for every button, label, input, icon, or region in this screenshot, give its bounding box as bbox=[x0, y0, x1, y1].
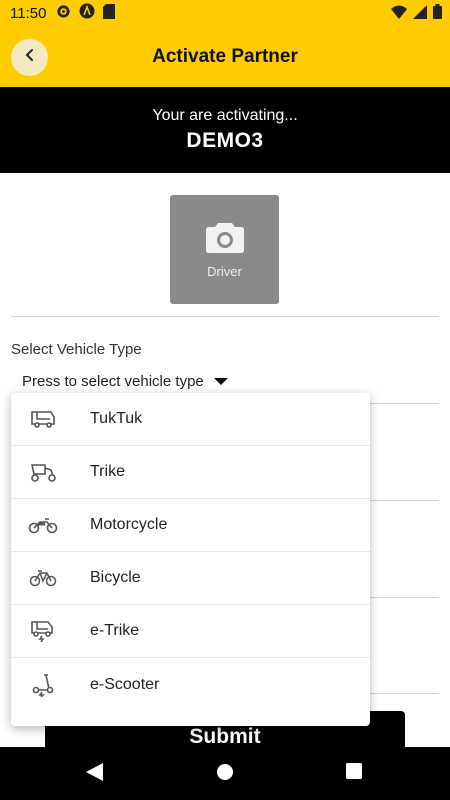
gear-icon bbox=[56, 4, 71, 24]
bicycle-icon bbox=[27, 569, 59, 587]
status-icons-right bbox=[391, 4, 442, 24]
vehicle-type-menu: TukTuk Trike Motorcycle Bicycle e-Trike … bbox=[11, 393, 370, 726]
sdcard-icon bbox=[103, 3, 116, 24]
page-title: Activate Partner bbox=[152, 46, 298, 67]
banner-subtitle: Your are activating... bbox=[152, 107, 298, 124]
motorcycle-icon bbox=[27, 516, 59, 534]
vehicle-type-dropdown[interactable]: Press to select vehicle type bbox=[22, 373, 228, 390]
app-bar: Activate Partner bbox=[0, 27, 450, 87]
activation-banner: Your are activating... DEMO3 bbox=[0, 87, 450, 173]
vehicle-type-placeholder: Press to select vehicle type bbox=[22, 373, 204, 390]
menu-item-label: TukTuk bbox=[90, 410, 143, 427]
back-triangle-icon[interactable] bbox=[86, 763, 103, 786]
system-nav-bar bbox=[0, 747, 450, 800]
e-scooter-icon bbox=[27, 673, 59, 697]
menu-item-tuktuk[interactable]: TukTuk bbox=[11, 393, 370, 446]
menu-item-label: Bicycle bbox=[90, 569, 141, 586]
status-icons-left bbox=[56, 3, 116, 24]
menu-item-e-trike[interactable]: e-Trike bbox=[11, 605, 370, 658]
trike-icon bbox=[27, 461, 59, 483]
battery-icon bbox=[433, 4, 442, 24]
menu-item-motorcycle[interactable]: Motorcycle bbox=[11, 499, 370, 552]
menu-item-label: e-Trike bbox=[90, 622, 140, 639]
field-underline bbox=[370, 597, 439, 598]
a-badge-icon bbox=[79, 3, 95, 24]
tuktuk-icon bbox=[27, 409, 59, 429]
photo-label: Driver bbox=[207, 263, 242, 279]
field-underline bbox=[370, 693, 439, 694]
recents-square-icon[interactable] bbox=[346, 763, 362, 784]
menu-item-bicycle[interactable]: Bicycle bbox=[11, 552, 370, 605]
menu-item-label: Trike bbox=[90, 463, 125, 480]
e-trike-icon bbox=[27, 620, 59, 642]
camera-icon bbox=[205, 221, 244, 258]
wifi-icon bbox=[391, 5, 407, 24]
menu-item-trike[interactable]: Trike bbox=[11, 446, 370, 499]
divider bbox=[11, 316, 439, 317]
vehicle-type-label: Select Vehicle Type bbox=[11, 341, 142, 358]
field-underline bbox=[370, 500, 439, 501]
status-time: 11:50 bbox=[10, 5, 47, 22]
partner-name: DEMO3 bbox=[186, 129, 264, 152]
driver-photo-button[interactable]: Driver bbox=[170, 195, 279, 304]
home-circle-icon[interactable] bbox=[216, 763, 234, 786]
signal-icon bbox=[413, 4, 427, 24]
menu-item-e-scooter[interactable]: e-Scooter bbox=[11, 658, 370, 711]
menu-item-label: e-Scooter bbox=[90, 675, 160, 693]
menu-item-label: Motorcycle bbox=[90, 516, 168, 533]
dropdown-arrow-icon bbox=[213, 378, 228, 385]
status-bar: 11:50 bbox=[0, 0, 450, 27]
